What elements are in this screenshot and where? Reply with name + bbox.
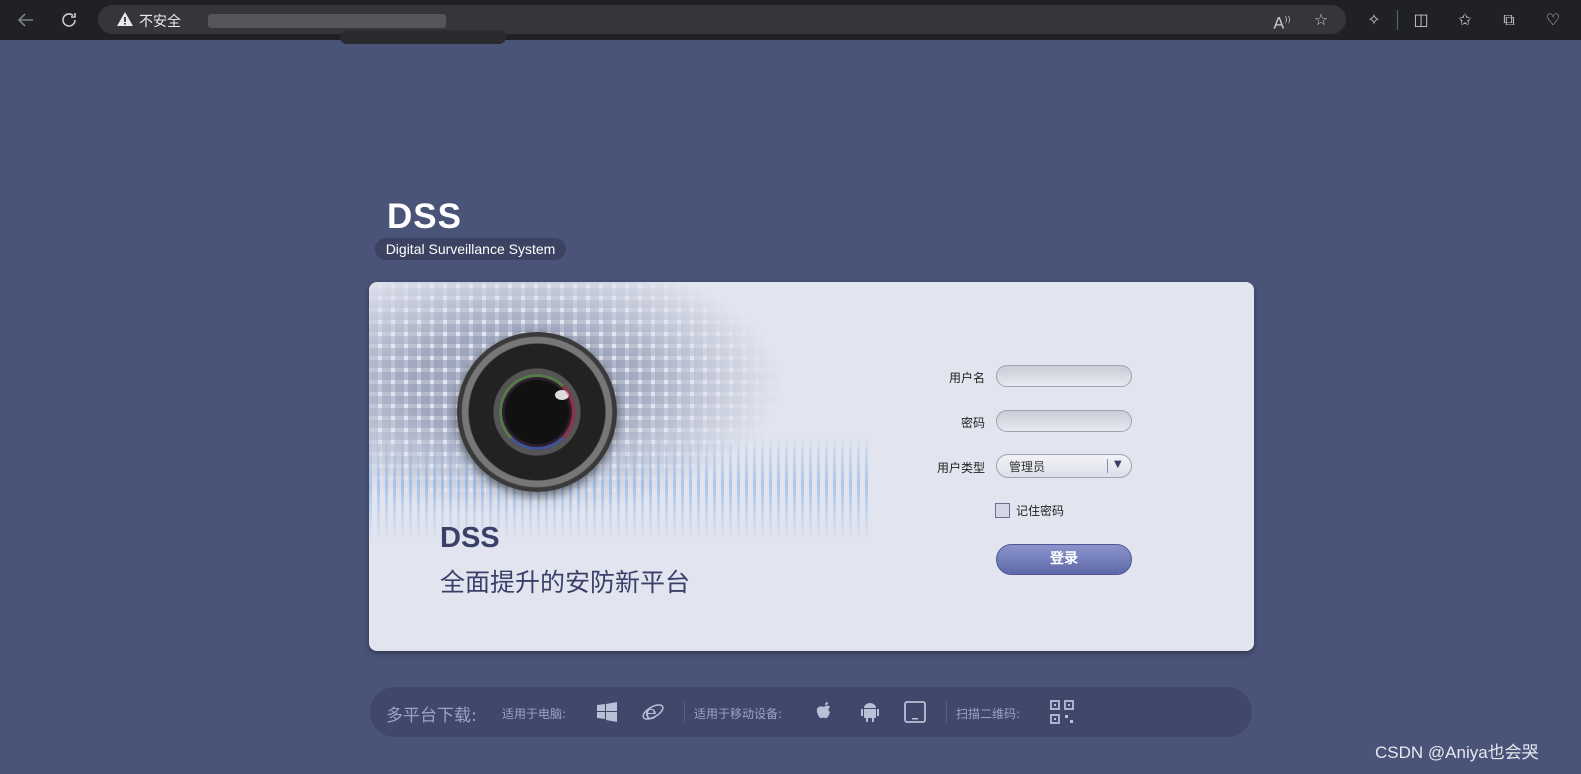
url-redaction-mark [340, 30, 506, 44]
remember-password-checkbox[interactable] [995, 503, 1010, 518]
extensions-icon[interactable]: ✧ [1364, 10, 1384, 30]
android-icon[interactable] [858, 700, 882, 724]
favorite-star-icon[interactable]: ☆ [1311, 10, 1331, 30]
select-divider [1107, 459, 1108, 473]
user-type-select[interactable]: 管理员 ▼ [996, 454, 1132, 478]
user-type-value: 管理员 [1009, 460, 1046, 474]
url-text-redacted [208, 14, 446, 28]
qr-code-icon[interactable] [1050, 700, 1074, 724]
mobile-label: 适用于移动设备: [694, 707, 783, 721]
tablet-icon[interactable] [903, 700, 927, 724]
brand-subtitle: Digital Surveillance System [375, 238, 566, 260]
svg-text:e: e [645, 700, 657, 724]
lens-highlight [499, 374, 575, 450]
hero-subtitle: 全面提升的安防新平台 [440, 568, 691, 597]
user-type-label: 用户类型 [936, 461, 985, 475]
password-field[interactable] [996, 410, 1132, 432]
windows-icon[interactable] [595, 700, 619, 724]
hero-title: DSS [440, 522, 500, 554]
login-button[interactable]: 登录 [996, 544, 1132, 575]
health-icon[interactable]: ♡ [1543, 10, 1563, 30]
warning-icon[interactable] [116, 10, 134, 28]
download-divider [684, 701, 685, 723]
download-divider [946, 701, 947, 723]
login-card: DSS 全面提升的安防新平台 用户名 密码 用户类型 管理员 ▼ 记住密码 登录 [369, 282, 1254, 651]
browser-toolbar: 不安全 A)) ☆ ✧ ◫ ✩ ⧉ ♡ [0, 0, 1581, 44]
username-field[interactable] [996, 365, 1132, 387]
chevron-down-icon[interactable]: ▼ [1114, 459, 1122, 470]
toolbar-divider [1397, 10, 1398, 30]
qr-label: 扫描二维码: [956, 707, 1021, 721]
csdn-watermark: CSDN @Aniya也会哭 [1375, 743, 1539, 762]
download-bar: 多平台下载: 适用于电脑: e 适用于移动设备: 扫描二维码: [370, 687, 1252, 737]
download-title: 多平台下载: [386, 706, 477, 726]
favorites-icon[interactable]: ✩ [1455, 10, 1475, 30]
pc-label: 适用于电脑: [502, 707, 567, 721]
username-label: 用户名 [948, 371, 985, 385]
apple-icon[interactable] [812, 700, 836, 724]
collections-icon[interactable]: ⧉ [1499, 10, 1519, 30]
brand-title: DSS [387, 197, 462, 236]
remember-password-label[interactable]: 记住密码 [1016, 502, 1064, 519]
back-icon[interactable] [15, 9, 37, 31]
read-aloud-icon[interactable]: A)) [1272, 10, 1292, 32]
refresh-icon[interactable] [58, 9, 80, 31]
ie-icon[interactable]: e [641, 700, 665, 724]
split-screen-icon[interactable]: ◫ [1411, 10, 1431, 30]
security-status-text[interactable]: 不安全 [139, 11, 181, 31]
password-label: 密码 [960, 416, 985, 430]
